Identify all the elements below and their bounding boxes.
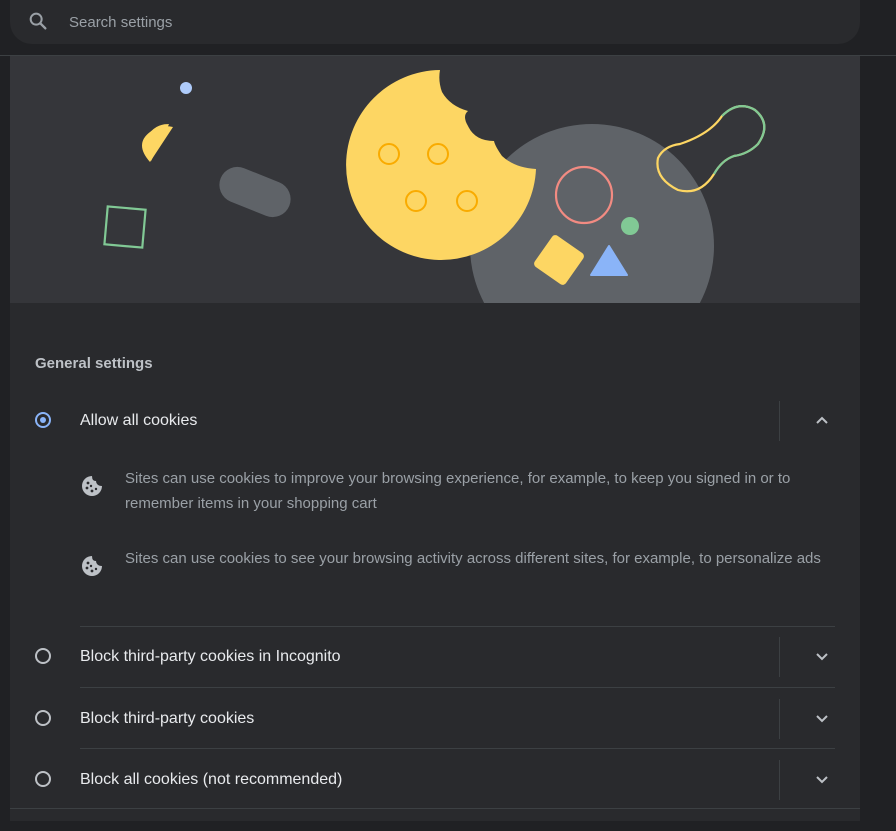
search-input[interactable] <box>67 8 831 36</box>
block-third-party-incognito-radio[interactable] <box>35 648 51 664</box>
block-third-party-radio[interactable] <box>35 710 51 726</box>
divider <box>80 748 835 749</box>
collapse-button[interactable] <box>810 408 834 432</box>
cookies-settings-card: General settings Allow all cookies Sites… <box>10 56 860 821</box>
option-block-third-party-incognito[interactable]: Block third-party cookies in Incognito <box>10 637 860 708</box>
vertical-divider <box>779 637 780 677</box>
vertical-divider <box>779 401 780 441</box>
option-allow-all-cookies[interactable]: Allow all cookies <box>10 401 860 472</box>
search-icon <box>29 12 47 30</box>
allow-all-cookies-label: Allow all cookies <box>80 412 198 429</box>
cookie-icon <box>82 476 102 496</box>
block-third-party-incognito-label: Block third-party cookies in Incognito <box>80 648 341 665</box>
card-bottom-divider <box>10 808 860 809</box>
allow-all-cookies-radio[interactable] <box>35 412 51 428</box>
chevron-down-icon <box>816 715 828 723</box>
block-third-party-label: Block third-party cookies <box>80 710 255 727</box>
cookie-icon <box>82 556 102 576</box>
top-toolbar <box>0 0 896 56</box>
cookies-illustration <box>103 70 766 303</box>
chevron-down-icon <box>816 653 828 661</box>
expand-button[interactable] <box>810 706 834 730</box>
option-block-all-cookies[interactable]: Block all cookies (not recommended) <box>10 760 860 831</box>
description-text: Sites can use cookies to see your browsi… <box>125 550 821 567</box>
block-all-cookies-radio[interactable] <box>35 771 51 787</box>
divider <box>80 626 835 627</box>
expand-button[interactable] <box>810 644 834 668</box>
search-box[interactable] <box>10 0 860 44</box>
vertical-divider <box>779 699 780 739</box>
description-text: Sites can use cookies to improve your br… <box>125 470 791 512</box>
chevron-down-icon <box>816 776 828 784</box>
expand-button[interactable] <box>810 767 834 791</box>
general-settings-heading: General settings <box>35 355 153 372</box>
allow-cookies-description-2: Sites can use cookies to see your browsi… <box>80 546 840 596</box>
allow-cookies-description-1: Sites can use cookies to improve your br… <box>80 466 840 516</box>
cookies-illustration-banner <box>10 56 860 303</box>
vertical-divider <box>779 760 780 800</box>
block-all-cookies-label: Block all cookies (not recommended) <box>80 771 343 788</box>
divider <box>80 687 835 688</box>
chevron-up-icon <box>816 416 828 424</box>
option-block-third-party[interactable]: Block third-party cookies <box>10 699 860 770</box>
